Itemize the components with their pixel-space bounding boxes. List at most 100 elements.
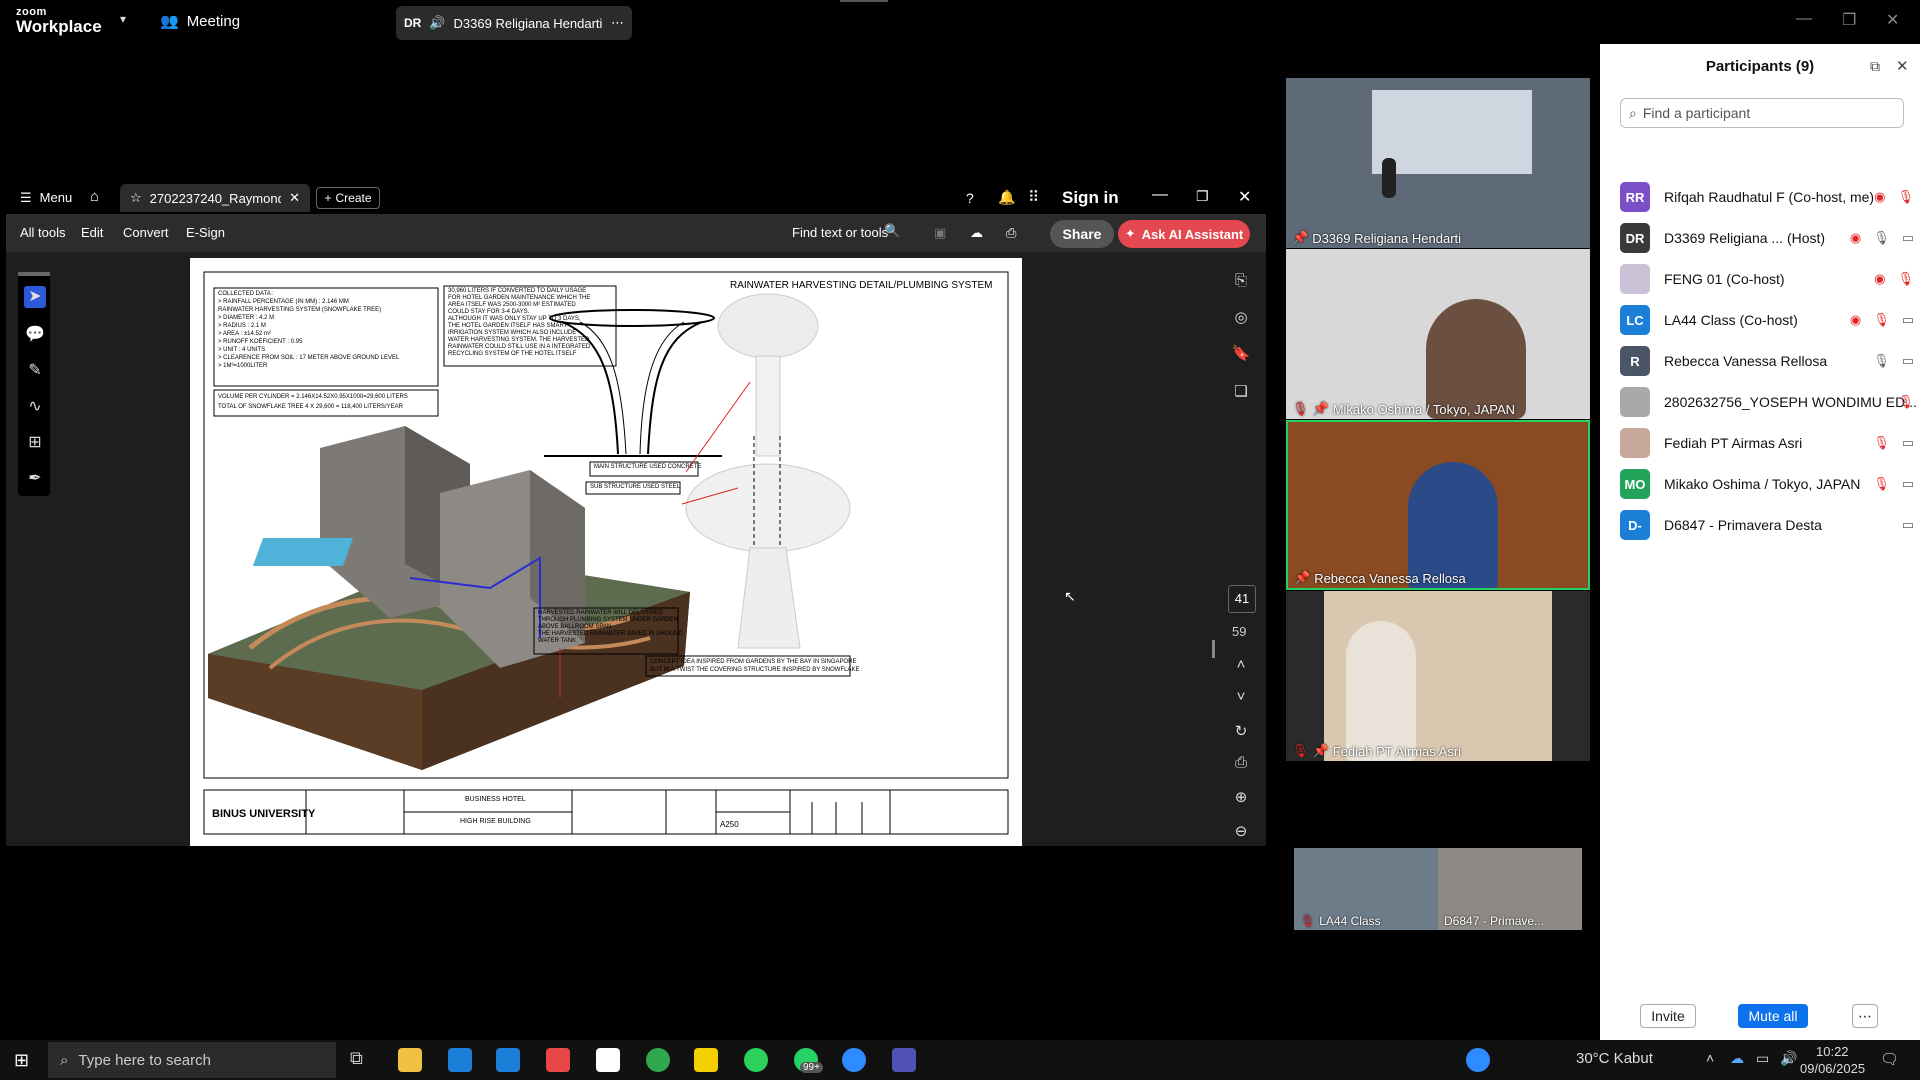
- drawing-text-line: > UNIT : 4 UNITS: [218, 347, 266, 353]
- share-button[interactable]: Share: [1050, 220, 1114, 248]
- thumb-tile[interactable]: D6847 - Primave...: [1438, 848, 1582, 930]
- tab-close-icon[interactable]: ✕: [289, 190, 300, 206]
- clock-time[interactable]: 10:22: [1816, 1044, 1849, 1059]
- store-icon[interactable]: [448, 1048, 472, 1072]
- maximize-icon[interactable]: ❐: [1842, 10, 1856, 30]
- volume-icon[interactable]: 🔊: [1780, 1050, 1797, 1067]
- video-tile[interactable]: 🎙 📌 Mikako Oshima / Tokyo, JAPAN: [1286, 249, 1590, 419]
- mail-icon[interactable]: [496, 1048, 520, 1072]
- home-icon[interactable]: ⌂: [90, 188, 99, 205]
- star-icon[interactable]: ☆: [130, 190, 142, 206]
- panel-close-icon[interactable]: ✕: [1896, 57, 1909, 75]
- minimize-icon[interactable]: —: [1796, 10, 1812, 28]
- participant-row[interactable]: MO Mikako Oshima / Tokyo, JAPAN 🎙 ▭: [1620, 465, 1920, 503]
- media-player-icon[interactable]: [546, 1048, 570, 1072]
- page-down-icon[interactable]: ˅: [1230, 688, 1252, 710]
- collected-data-box: COLLECTED DATA : > RAINFALL PERCENTAGE (I…: [218, 290, 438, 370]
- active-speaker-pill[interactable]: DR 🔊 D3369 Religiana Hendarti's sc ⋯: [396, 6, 632, 40]
- zoom-app-icon[interactable]: [842, 1048, 866, 1072]
- participant-row[interactable]: 2802632756_YOSEPH WONDIMU ED... 🎙: [1620, 383, 1920, 421]
- taskbar-search-input[interactable]: ⌕ Type here to search: [48, 1042, 336, 1078]
- bookmark-icon[interactable]: 🔖: [1230, 344, 1252, 366]
- text-box-icon[interactable]: ⊞: [24, 432, 46, 454]
- onedrive-icon[interactable]: ☁: [1730, 1050, 1744, 1067]
- notifications-icon[interactable]: 🗨: [1880, 1050, 1899, 1068]
- highlight-pen-icon[interactable]: ✎: [24, 360, 46, 382]
- draw-lasso-icon[interactable]: ∿: [24, 396, 46, 418]
- print-icon[interactable]: ⎙: [1006, 225, 1016, 241]
- acrobat-menu[interactable]: ☰ Menu: [20, 190, 72, 206]
- drawing-text-line: RAINWATER HARVESTING SYSTEM (SNOWFLAKE T…: [218, 307, 382, 313]
- help-icon[interactable]: [1466, 1048, 1490, 1072]
- clock-date[interactable]: 09/06/2025: [1800, 1061, 1865, 1076]
- avatar: [1620, 428, 1650, 458]
- page-current-input[interactable]: 41: [1228, 585, 1256, 613]
- video-tile[interactable]: 📌 D3369 Religiana Hendarti: [1286, 78, 1590, 248]
- apps-grid-icon[interactable]: ⠿: [1028, 188, 1039, 206]
- window-close-icon[interactable]: ✕: [1238, 187, 1251, 207]
- invite-button[interactable]: Invite: [1640, 1004, 1696, 1028]
- convert-menu[interactable]: Convert: [123, 225, 169, 240]
- mute-all-button[interactable]: Mute all: [1738, 1004, 1808, 1028]
- participant-row[interactable]: FENG 01 (Co-host) ◉ 🎙: [1620, 260, 1920, 298]
- chevron-down-icon[interactable]: ▾: [120, 12, 126, 26]
- find-tools-input[interactable]: Find text or tools: [792, 225, 888, 240]
- network-icon[interactable]: ▭: [1756, 1050, 1769, 1067]
- participant-row[interactable]: RR Rifqah Raudhatul F (Co-host, me) ◉ 🎙: [1620, 178, 1920, 216]
- more-options-icon[interactable]: ⋯: [1852, 1004, 1878, 1028]
- presenter-figure: [1382, 158, 1396, 198]
- weather-widget[interactable]: 30°C Kabut: [1576, 1050, 1653, 1067]
- participant-search-input[interactable]: ⌕ Find a participant: [1620, 98, 1904, 128]
- file-explorer-icon[interactable]: [398, 1048, 422, 1072]
- participant-row[interactable]: R Rebecca Vanessa Rellosa 🎙 ▭: [1620, 342, 1920, 380]
- upload-cloud-icon[interactable]: ☁: [970, 225, 983, 241]
- toolbar-handle[interactable]: [18, 272, 50, 276]
- esign-menu[interactable]: E-Sign: [186, 225, 225, 240]
- meeting-menu[interactable]: 👥 Meeting: [160, 12, 240, 31]
- pages-icon[interactable]: ❏: [1230, 382, 1252, 404]
- participant-row[interactable]: Fediah PT Airmas Asri 🎙 ▭: [1620, 424, 1920, 462]
- windows-start-icon[interactable]: ⊞: [14, 1050, 29, 1071]
- participant-row[interactable]: DR D3369 Religiana ... (Host) ◉ 🎙 ▭: [1620, 219, 1920, 257]
- video-tile-active-speaker[interactable]: 📌 Rebecca Vanessa Rellosa: [1286, 420, 1590, 590]
- document-tab[interactable]: ☆ 2702237240_Raymond ... ✕: [120, 184, 310, 212]
- drawing-text-line: CONCEPT IDEA INSPIRED FROM GARDENS BY TH…: [650, 659, 857, 665]
- create-button[interactable]: + Create: [316, 187, 380, 209]
- task-view-icon[interactable]: ⧉: [350, 1048, 374, 1072]
- sign-in-link[interactable]: Sign in: [1062, 188, 1119, 208]
- notification-badge: 99+: [800, 1062, 823, 1073]
- close-icon[interactable]: ✕: [1886, 10, 1899, 30]
- rotate-icon[interactable]: ↻: [1230, 722, 1252, 744]
- participant-row[interactable]: D- D6847 - Primavera Desta ▭: [1620, 506, 1920, 544]
- more-icon[interactable]: ⋯: [611, 15, 624, 31]
- tray-chevron-icon[interactable]: ˄: [1706, 1050, 1714, 1066]
- all-tools-menu[interactable]: All tools: [20, 225, 66, 240]
- save-icon[interactable]: ▣: [934, 225, 946, 241]
- help-icon[interactable]: ?: [966, 190, 974, 206]
- chrome-icon[interactable]: [646, 1048, 670, 1072]
- sticky-notes-icon[interactable]: [694, 1048, 718, 1072]
- page-up-icon[interactable]: ˄: [1230, 656, 1252, 678]
- comments-panel-icon[interactable]: ◎: [1230, 308, 1252, 330]
- teams-icon[interactable]: [892, 1048, 916, 1072]
- zoom-in-icon[interactable]: ⊕: [1230, 788, 1252, 810]
- search-icon[interactable]: 🔍: [884, 223, 900, 239]
- line-icon[interactable]: [744, 1048, 768, 1072]
- scrollbar-thumb[interactable]: [1212, 640, 1215, 658]
- capcut-icon[interactable]: [596, 1048, 620, 1072]
- video-tile[interactable]: 🎙 📌 Fediah PT Airmas Asri: [1286, 591, 1590, 761]
- popout-icon[interactable]: ⧉: [1870, 58, 1880, 75]
- zoom-out-icon[interactable]: ⊖: [1230, 822, 1252, 844]
- export-pdf-icon[interactable]: ⎘: [1230, 272, 1252, 294]
- comment-icon[interactable]: 💬: [24, 324, 46, 346]
- participant-row[interactable]: LC LA44 Class (Co-host) ◉ 🎙 ▭: [1620, 301, 1920, 339]
- select-cursor-icon[interactable]: ➤: [24, 286, 46, 308]
- page-export-icon[interactable]: ⎙: [1230, 754, 1252, 776]
- fill-sign-icon[interactable]: ✒: [24, 468, 46, 490]
- thumb-tile[interactable]: 🎙 LA44 Class: [1294, 848, 1438, 930]
- bell-icon[interactable]: 🔔: [998, 189, 1015, 206]
- ai-assistant-button[interactable]: ✦ Ask AI Assistant: [1118, 220, 1250, 248]
- edit-menu[interactable]: Edit: [81, 225, 103, 240]
- window-restore-icon[interactable]: ❐: [1196, 188, 1209, 205]
- window-minimize-icon[interactable]: —: [1152, 186, 1168, 204]
